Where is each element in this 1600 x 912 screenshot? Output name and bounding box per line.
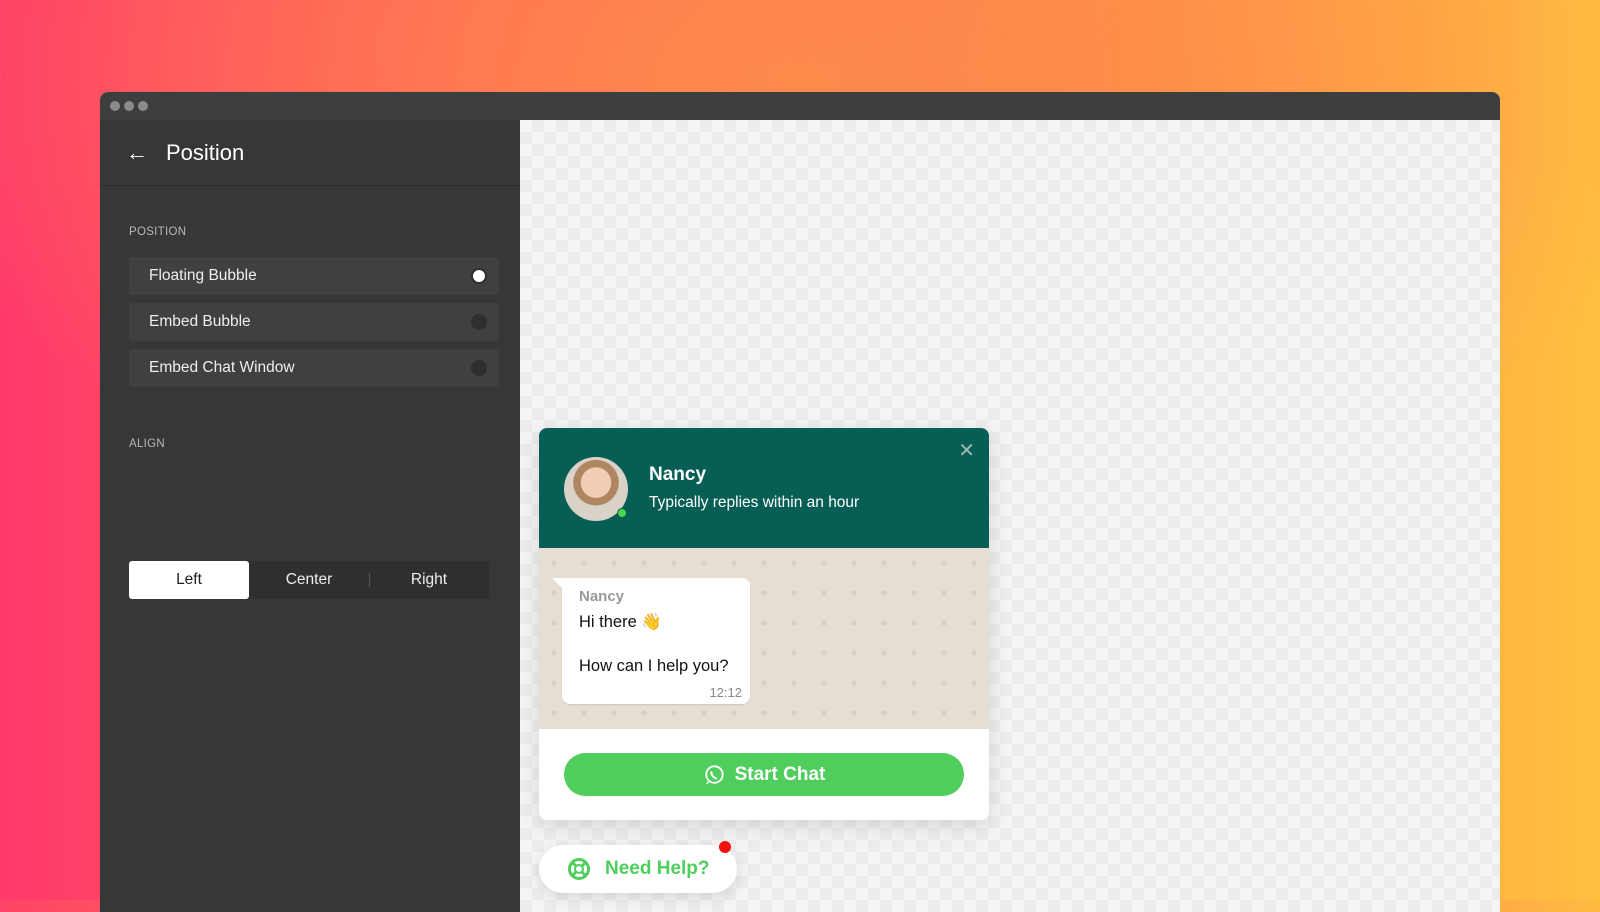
radio-icon[interactable] (471, 360, 487, 376)
message-sender: Nancy (579, 588, 625, 605)
notification-dot (719, 841, 731, 853)
page-title: Position (166, 139, 245, 165)
agent-status: Typically replies within an hour (649, 494, 860, 511)
window-dot[interactable] (138, 101, 148, 111)
title-bar (100, 92, 1500, 120)
close-icon[interactable]: ✕ (958, 438, 975, 463)
whatsapp-icon (704, 764, 724, 784)
chat-header: Nancy Typically replies within an hour ✕ (539, 428, 989, 548)
option-label: Floating Bubble (149, 267, 257, 284)
start-chat-button[interactable]: Start Chat (564, 753, 964, 796)
need-help-button[interactable]: Need Help? (539, 841, 737, 893)
need-help-label: Need Help? (605, 858, 710, 879)
radio-icon[interactable] (471, 314, 487, 330)
start-chat-label: Start Chat (734, 763, 826, 785)
align-center-button[interactable]: Center (249, 561, 369, 599)
align-segmented-control: Left Center Right (129, 561, 489, 599)
app-window: ← Position POSITION Floating Bubble Embe… (100, 92, 1500, 912)
option-label: Embed Chat Window (149, 359, 295, 376)
align-section-label: ALIGN (129, 438, 166, 450)
option-embed-chat-window[interactable]: Embed Chat Window (129, 349, 499, 387)
position-section-label: POSITION (129, 226, 187, 238)
window-dot[interactable] (124, 101, 134, 111)
option-label: Embed Bubble (149, 313, 251, 330)
chat-window: Nancy Typically replies within an hour ✕… (539, 428, 989, 820)
preview-canvas: Nancy Typically replies within an hour ✕… (520, 120, 1500, 912)
align-left-button[interactable]: Left (129, 561, 249, 599)
online-status-icon (617, 508, 627, 518)
window-dot[interactable] (110, 101, 120, 111)
message-text: Hi there 👋 How can I help you? (579, 613, 729, 675)
agent-name: Nancy (649, 464, 707, 485)
message-time: 12:12 (709, 685, 742, 700)
message-bubble: Nancy Hi there 👋 How can I help you? 12:… (552, 578, 750, 704)
option-floating-bubble[interactable]: Floating Bubble (129, 257, 499, 295)
sidebar: ← Position POSITION Floating Bubble Embe… (100, 120, 520, 912)
sidebar-header: ← Position (100, 120, 520, 186)
lifebuoy-icon (568, 858, 590, 880)
back-arrow-icon[interactable]: ← (126, 140, 166, 166)
option-embed-bubble[interactable]: Embed Bubble (129, 303, 499, 341)
chat-body: Nancy Hi there 👋 How can I help you? 12:… (539, 548, 989, 729)
radio-selected-icon[interactable] (471, 268, 487, 284)
align-right-button[interactable]: Right (369, 561, 489, 599)
